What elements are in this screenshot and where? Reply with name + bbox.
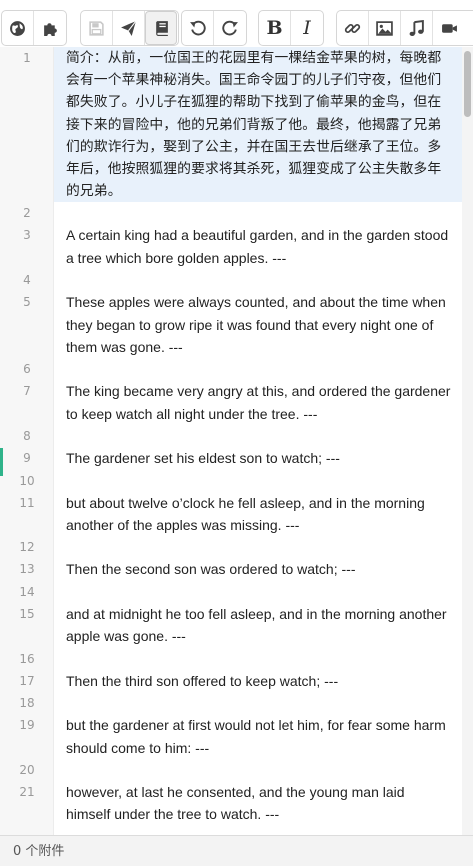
- line-number: 1: [23, 51, 31, 65]
- scrollbar-thumb[interactable]: [464, 51, 471, 117]
- toolbar-group-plugins: [1, 10, 67, 46]
- toolbar-group-insert: [336, 10, 473, 46]
- puzzle-icon[interactable]: [34, 11, 66, 45]
- editor-line[interactable]: 1 简介：从前，一位国王的花园里有一棵结金苹果的树，每晚都会有一个苹果神秘消失。国…: [0, 47, 462, 203]
- line-text[interactable]: The king became very angry at this, and …: [54, 380, 462, 425]
- line-number: 10: [19, 473, 35, 488]
- line-number: 12: [19, 540, 35, 555]
- line-text[interactable]: A certain king had a beautiful garden, a…: [54, 224, 462, 269]
- italic-button[interactable]: I: [291, 11, 323, 45]
- line-number: 20: [19, 762, 35, 777]
- link-icon[interactable]: [337, 11, 369, 45]
- editor-line[interactable]: 3 A certain king had a beautiful garden, …: [0, 224, 462, 269]
- bold-label: B: [266, 17, 283, 39]
- line-text[interactable]: [54, 358, 462, 380]
- save-icon[interactable]: [81, 11, 113, 45]
- line-text[interactable]: [54, 425, 462, 447]
- line-number: 5: [23, 295, 31, 310]
- vertical-scrollbar[interactable]: [462, 47, 473, 835]
- undo-icon[interactable]: [182, 11, 214, 45]
- line-number: 21: [19, 784, 35, 799]
- line-text[interactable]: however, at last he consented, and the y…: [54, 781, 462, 826]
- line-text[interactable]: but about twelve o’clock he fell asleep,…: [54, 492, 462, 537]
- editor-lines: 1 简介：从前，一位国王的花园里有一棵结金苹果的树，每晚都会有一个苹果神秘消失。国…: [0, 47, 462, 826]
- music-icon[interactable]: [401, 11, 433, 45]
- line-text[interactable]: [54, 648, 462, 670]
- editor-line[interactable]: 16: [0, 648, 462, 670]
- line-text[interactable]: but the gardener at first would not let …: [54, 714, 462, 759]
- line-text[interactable]: These apples were always counted, and ab…: [54, 291, 462, 358]
- line-text[interactable]: Then the third son offered to keep watch…: [54, 670, 462, 692]
- book-icon[interactable]: [145, 11, 177, 45]
- line-number: 7: [23, 384, 31, 399]
- line-number: 3: [23, 228, 31, 243]
- status-bar: 0 个附件: [0, 835, 473, 866]
- editor-line[interactable]: 18: [0, 692, 462, 714]
- editor-line[interactable]: 21 however, at last he consented, and the…: [0, 781, 462, 826]
- editor-line[interactable]: 14: [0, 581, 462, 603]
- toolbar-group-history: [181, 10, 247, 46]
- line-number: 19: [19, 718, 35, 733]
- editor-line[interactable]: 10: [0, 470, 462, 492]
- editor-line[interactable]: 17 Then the third son offered to keep wat…: [0, 670, 462, 692]
- send-icon[interactable]: [113, 11, 145, 45]
- line-text[interactable]: Then the second son was ordered to watch…: [54, 558, 462, 580]
- line-text[interactable]: [54, 202, 462, 224]
- line-text[interactable]: [54, 581, 462, 603]
- line-text[interactable]: The gardener set his eldest son to watch…: [54, 447, 462, 469]
- line-text[interactable]: [54, 759, 462, 781]
- line-number: 9: [23, 451, 31, 466]
- editor-line[interactable]: 9 The gardener set his eldest son to watc…: [0, 447, 462, 469]
- redo-icon[interactable]: [214, 11, 246, 45]
- globe-icon[interactable]: [2, 11, 34, 45]
- line-number: 4: [23, 273, 31, 288]
- line-number: 18: [19, 696, 35, 711]
- editor-line[interactable]: 6: [0, 358, 462, 380]
- toolbar-group-file: [80, 10, 179, 46]
- editor-line[interactable]: 13 Then the second son was ordered to wat…: [0, 558, 462, 580]
- editor-line[interactable]: 8: [0, 425, 462, 447]
- attachment-count: 0 个附件: [13, 844, 65, 859]
- line-number: 2: [23, 206, 31, 221]
- line-number: 8: [23, 429, 31, 444]
- toolbar-group-format: B I: [258, 10, 324, 46]
- line-text[interactable]: and at midnight he too fell asleep, and …: [54, 603, 462, 648]
- line-number: 14: [19, 584, 35, 599]
- line-number: 11: [19, 495, 35, 510]
- editor-line[interactable]: 11 but about twelve o’clock he fell aslee…: [0, 492, 462, 537]
- line-number: 6: [23, 362, 31, 377]
- editor-line[interactable]: 12: [0, 536, 462, 558]
- editor-line[interactable]: 20: [0, 759, 462, 781]
- line-text[interactable]: [54, 470, 462, 492]
- editor-line[interactable]: 4: [0, 269, 462, 291]
- line-number: 16: [19, 651, 35, 666]
- line-number: 13: [19, 562, 35, 577]
- editor-line[interactable]: 19 but the gardener at first would not le…: [0, 714, 462, 759]
- editor-line[interactable]: 15 and at midnight he too fell asleep, an…: [0, 603, 462, 648]
- line-number: 15: [19, 606, 35, 621]
- line-text[interactable]: 简介：从前，一位国王的花园里有一棵结金苹果的树，每晚都会有一个苹果神秘消失。国王…: [54, 47, 462, 203]
- editor-line[interactable]: 5 These apples were always counted, and a…: [0, 291, 462, 358]
- line-text[interactable]: [54, 269, 462, 291]
- italic-label: I: [303, 17, 311, 39]
- editor-line[interactable]: 7 The king became very angry at this, and…: [0, 380, 462, 425]
- editor-line[interactable]: 2: [0, 202, 462, 224]
- image-icon[interactable]: [369, 11, 401, 45]
- video-icon[interactable]: [433, 11, 465, 45]
- line-number: 17: [19, 673, 35, 688]
- line-text[interactable]: [54, 536, 462, 558]
- line-text[interactable]: [54, 692, 462, 714]
- bold-button[interactable]: B: [259, 11, 291, 45]
- text-editor[interactable]: 1 简介：从前，一位国王的花园里有一棵结金苹果的树，每晚都会有一个苹果神秘消失。国…: [0, 47, 473, 835]
